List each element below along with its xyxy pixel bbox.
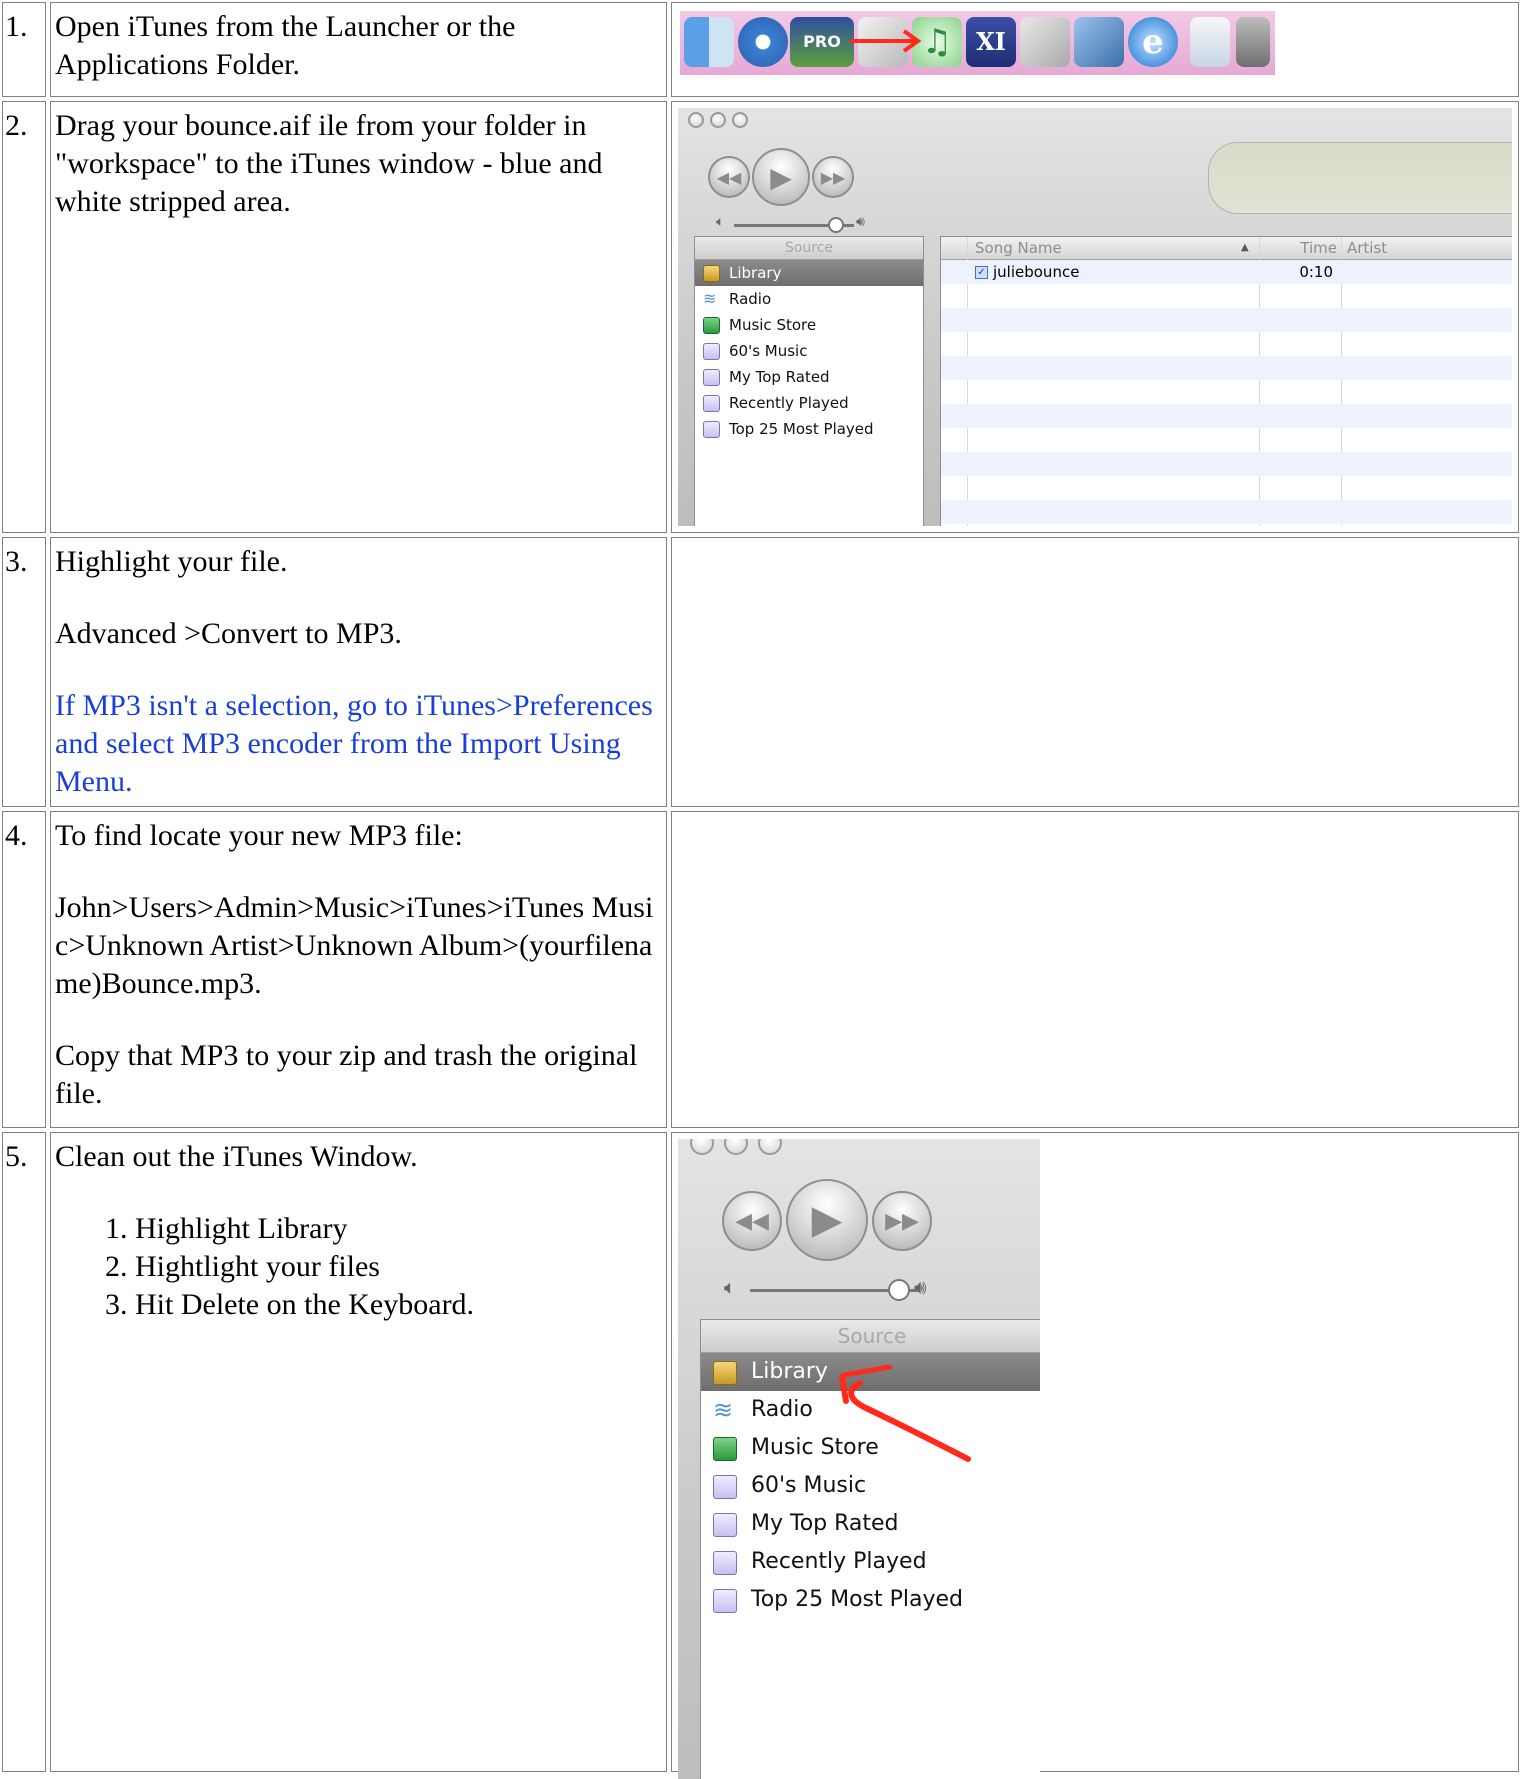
source-list: Source Library ≋ Radio Music Store 60's … — [694, 236, 924, 526]
step-1-number-cell: 1. — [2, 2, 46, 97]
volume-knob[interactable] — [828, 217, 844, 233]
step-number: 3. — [5, 545, 28, 578]
window-minimize-button — [710, 112, 726, 128]
dock-screenshot: PRO ♫ XI e — [680, 11, 1275, 75]
annotation-arrow — [850, 29, 922, 53]
step-5-text-cell: Clean out the iTunes Window. Highlight L… — [50, 1132, 667, 1772]
source-label: Library — [729, 264, 782, 282]
source-label: Recently Played — [729, 394, 849, 412]
source-item-recently-played[interactable]: Recently Played — [695, 390, 923, 416]
source-label: My Top Rated — [729, 368, 830, 386]
song-list-header: Song Name ▲ Time Artist — [941, 237, 1512, 260]
source-label: Radio — [729, 290, 772, 308]
music-store-icon — [703, 317, 720, 334]
status-display — [1208, 142, 1512, 214]
play-button[interactable]: ▶ — [752, 148, 810, 206]
smart-playlist-icon — [703, 395, 720, 412]
window-zoom-button — [732, 112, 748, 128]
step-list: Highlight Library Hightlight your files … — [55, 1210, 662, 1324]
empty-row — [941, 404, 1512, 428]
fast-forward-button[interactable]: ▶▶ — [812, 156, 854, 198]
song-name: juliebounce — [993, 263, 1080, 281]
step-4-number-cell: 4. — [2, 811, 46, 1128]
list-item: Highlight Library — [135, 1210, 662, 1248]
step-number: 5. — [5, 1140, 28, 1173]
step-3-image-cell — [671, 537, 1519, 807]
step-text: Clean out the iTunes Window. — [55, 1140, 418, 1173]
source-item-radio[interactable]: ≋ Radio — [695, 286, 923, 312]
volume-low-icon: 🔈︎ — [716, 214, 725, 230]
empty-row — [941, 284, 1512, 308]
source-header: Source — [695, 237, 923, 260]
itunes-window-zoomed-screenshot: ◀◀ ▶ ▶▶ 🔈︎ 🔊︎ Source Library ≋ Radio Mus… — [678, 1139, 1040, 1779]
empty-row — [941, 428, 1512, 452]
library-icon — [703, 265, 720, 282]
step-number: 1. — [5, 10, 28, 43]
song-row[interactable]: ✓ juliebounce 0:10 — [941, 260, 1512, 284]
source-label: Music Store — [729, 316, 817, 334]
source-label: 60's Music — [729, 342, 808, 360]
column-song-name[interactable]: Song Name — [975, 237, 1062, 259]
window-close-button — [688, 112, 704, 128]
volume-high-icon: 🔊︎ — [856, 214, 865, 230]
column-time[interactable]: Time — [1299, 237, 1337, 259]
itunes-window-screenshot: ◀◀ ▶ ▶▶ 🔈︎ 🔊︎ Source Library ≋ Radio Mus… — [678, 108, 1512, 526]
step-2-text-cell: Drag your bounce.aif ile from your folde… — [50, 101, 667, 533]
step-4-image-cell — [671, 811, 1519, 1128]
source-item-top-25-most-played[interactable]: Top 25 Most Played — [695, 416, 923, 442]
step-5-number-cell: 5. — [2, 1132, 46, 1772]
source-item-60s-music[interactable]: 60's Music — [695, 338, 923, 364]
step-text: Copy that MP3 to your zip and trash the … — [55, 1039, 638, 1110]
song-time: 0:10 — [1299, 263, 1333, 281]
step-number: 2. — [5, 109, 28, 142]
step-number: 4. — [5, 819, 28, 852]
column-artist[interactable]: Artist — [1347, 237, 1387, 259]
step-text: Drag your bounce.aif ile from your folde… — [55, 109, 603, 218]
smart-playlist-icon — [703, 343, 720, 360]
empty-row — [941, 332, 1512, 356]
step-5-image-cell: ◀◀ ▶ ▶▶ 🔈︎ 🔊︎ Source Library ≋ Radio Mus… — [671, 1132, 1519, 1779]
step-4-text-cell: To find locate your new MP3 file: John>U… — [50, 811, 667, 1128]
step-3-text-cell: Highlight your file. Advanced >Convert t… — [50, 537, 667, 807]
step-2-number-cell: 2. — [2, 101, 46, 533]
empty-row — [941, 500, 1512, 524]
smart-playlist-icon — [703, 421, 720, 438]
rewind-button[interactable]: ◀◀ — [708, 156, 750, 198]
empty-row — [941, 452, 1512, 476]
step-text: Open iTunes from the Launcher or the App… — [55, 10, 516, 81]
annotation-arrow — [839, 1364, 971, 1462]
empty-row — [941, 308, 1512, 332]
song-list: Song Name ▲ Time Artist ✓ juliebounce 0:… — [940, 236, 1512, 526]
checkbox-icon[interactable]: ✓ — [975, 266, 988, 279]
step-3-number-cell: 3. — [2, 537, 46, 807]
source-label: Top 25 Most Played — [729, 420, 874, 438]
source-item-library[interactable]: Library — [695, 260, 923, 286]
smart-playlist-icon — [703, 369, 720, 386]
file-path: John>Users>Admin>Music>iTunes>iTunes Mus… — [55, 891, 654, 1000]
empty-row — [941, 356, 1512, 380]
source-item-my-top-rated[interactable]: My Top Rated — [695, 364, 923, 390]
step-text: To find locate your new MP3 file: — [55, 819, 463, 852]
list-item: Hit Delete on the Keyboard. — [135, 1286, 662, 1324]
radio-icon: ≋ — [703, 289, 717, 308]
empty-row — [941, 380, 1512, 404]
step-1-text-cell: Open iTunes from the Launcher or the App… — [50, 2, 667, 97]
step-note: If MP3 isn't a selection, go to iTunes>P… — [55, 689, 653, 798]
source-item-music-store[interactable]: Music Store — [695, 312, 923, 338]
empty-row — [941, 476, 1512, 500]
list-item: Hightlight your files — [135, 1248, 662, 1286]
step-text: Highlight your file. — [55, 545, 288, 578]
step-text: Advanced >Convert to MP3. — [55, 617, 402, 650]
sort-ascending-icon: ▲ — [1241, 242, 1249, 253]
step-1-image-cell: PRO ♫ XI e — [671, 2, 1519, 97]
step-2-image-cell: ◀◀ ▶ ▶▶ 🔈︎ 🔊︎ Source Library ≋ Radio Mus… — [671, 101, 1519, 533]
